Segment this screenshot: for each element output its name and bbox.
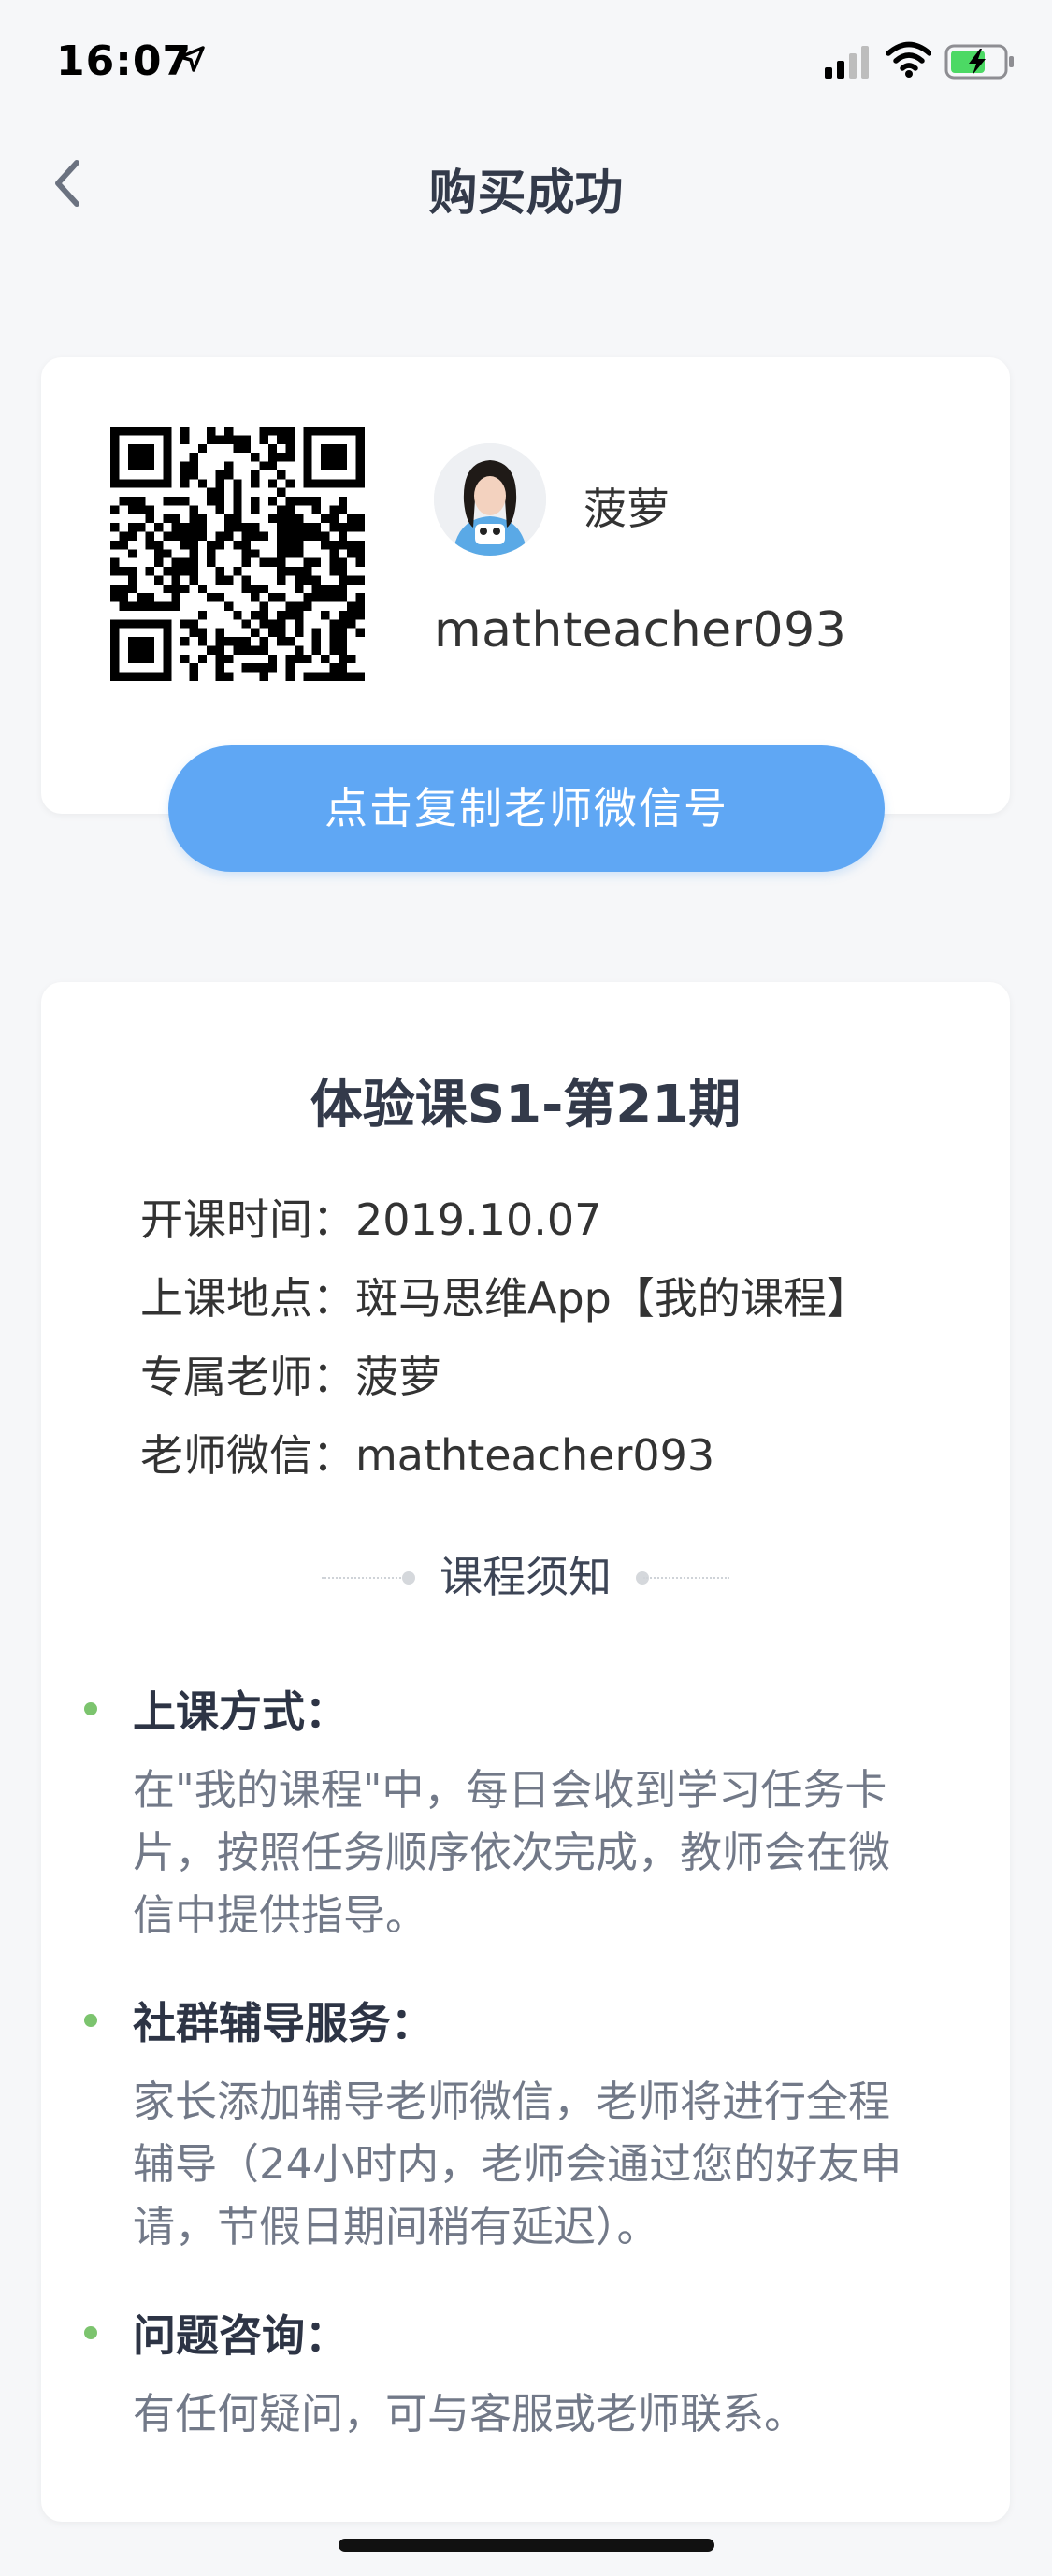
body-line: 在"我的课程"中，每日会收到学习任务卡 bbox=[133, 1765, 887, 1815]
section-title-inquiry: 问题咨询： bbox=[133, 2310, 348, 2361]
info-label: 开课时间： bbox=[140, 1194, 355, 1245]
body-line: 请，节假日期间稍有延迟）。 bbox=[133, 2202, 659, 2251]
body-line: 家长添加辅导老师微信，老师将进行全程 bbox=[133, 2077, 891, 2126]
page-title: 购买成功 bbox=[428, 166, 624, 222]
course-card: 体验课S1-第21期 开课时间：2019.10.07 上课地点：斑马思维App【… bbox=[41, 982, 1010, 2522]
cellular-signal-icon bbox=[825, 46, 869, 79]
info-value: 2019.10.07 bbox=[355, 1194, 602, 1245]
status-bar: 16:07 bbox=[0, 0, 1052, 131]
bullet-dot bbox=[84, 2326, 97, 2339]
info-row-wechat: 老师微信：mathteacher093 bbox=[140, 1422, 714, 1483]
qr-code bbox=[110, 427, 365, 681]
teacher-avatar bbox=[434, 443, 546, 556]
location-arrow-icon bbox=[179, 46, 205, 72]
info-label: 上课地点： bbox=[140, 1273, 355, 1324]
body-line: 信中提供指导。 bbox=[133, 1890, 428, 1940]
section-body-inquiry: 有任何疑问，可与客服或老师联系。 bbox=[133, 2382, 993, 2445]
info-value: 斑马思维App【我的课程】 bbox=[355, 1273, 870, 1324]
battery-charging-icon bbox=[944, 44, 1014, 80]
info-label: 老师微信： bbox=[140, 1430, 355, 1481]
section-body-community: 家长添加辅导老师微信，老师将进行全程 辅导（24小时内，老师会通过您的好友申 请… bbox=[133, 2070, 993, 2258]
section-title-community: 社群辅导服务： bbox=[133, 1998, 434, 2048]
home-indicator bbox=[339, 2539, 714, 2552]
teacher-wechat-id: mathteacher093 bbox=[434, 602, 847, 658]
info-row-start-time: 开课时间：2019.10.07 bbox=[140, 1186, 601, 1248]
navigation-bar: 购买成功 bbox=[0, 131, 1052, 234]
bullet-dot bbox=[84, 2014, 97, 2027]
info-value: 菠萝 bbox=[355, 1352, 441, 1402]
info-row-teacher: 专属老师：菠萝 bbox=[140, 1343, 441, 1405]
section-title-method: 上课方式： bbox=[133, 1686, 348, 1737]
section-body-method: 在"我的课程"中，每日会收到学习任务卡 片，按照任务顺序依次完成，教师会在微 信… bbox=[133, 1758, 993, 1946]
wifi-icon bbox=[886, 41, 931, 78]
copy-wechat-button[interactable]: 点击复制老师微信号 bbox=[168, 745, 885, 872]
body-line: 片，按照任务顺序依次完成，教师会在微 bbox=[133, 1828, 891, 1877]
status-time: 16:07 bbox=[56, 37, 193, 85]
info-label: 专属老师： bbox=[140, 1352, 355, 1402]
teacher-name: 菠萝 bbox=[584, 484, 670, 534]
info-row-location: 上课地点：斑马思维App【我的课程】 bbox=[140, 1265, 870, 1326]
divider-right bbox=[643, 1577, 729, 1579]
course-title: 体验课S1-第21期 bbox=[310, 1075, 742, 1136]
notice-heading: 课程须知 bbox=[440, 1552, 612, 1602]
bullet-dot bbox=[84, 1702, 97, 1715]
body-line: 辅导（24小时内，老师会通过您的好友申 bbox=[133, 2139, 902, 2189]
info-value: mathteacher093 bbox=[355, 1430, 715, 1481]
body-line: 有任何疑问，可与客服或老师联系。 bbox=[133, 2389, 807, 2439]
